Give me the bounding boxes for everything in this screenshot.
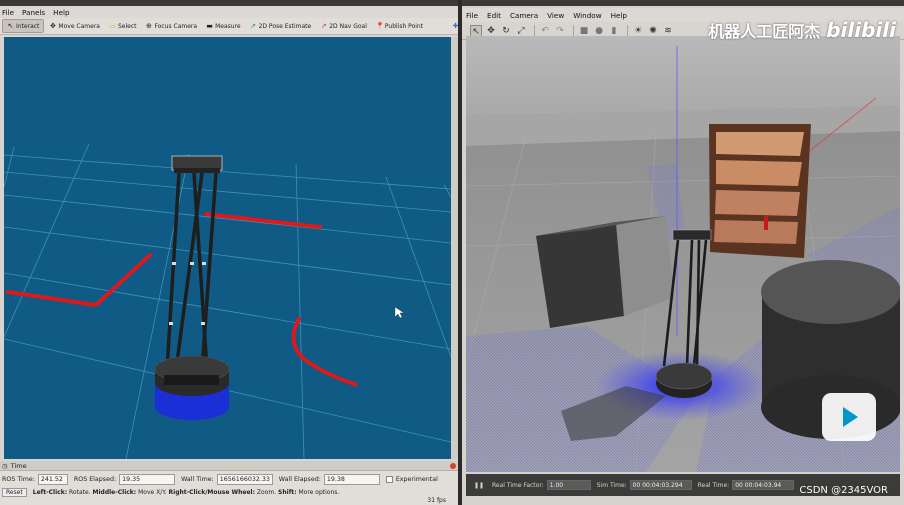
add-tool-icon: ✚: [452, 21, 458, 30]
panel-splitter[interactable]: [451, 37, 458, 459]
tool-publish-point[interactable]: 📍 Publish Point: [372, 19, 427, 33]
pose-estimate-icon: ↗: [250, 21, 257, 30]
reset-button[interactable]: Reset: [2, 488, 27, 497]
play-icon: [843, 407, 858, 427]
fps-counter: 31 fps: [427, 497, 446, 504]
gz-menu-view[interactable]: View: [547, 11, 564, 20]
gazebo-titlebar: [462, 0, 904, 6]
sim-time-value: 00 00:04:03.294: [629, 480, 692, 490]
real-time-value: 00 00:04:03.94: [732, 480, 795, 490]
tool-move-camera[interactable]: ✥ Move Camera: [45, 19, 104, 33]
close-icon[interactable]: [450, 462, 456, 469]
tool-focus-camera[interactable]: ⊕ Focus Camera: [141, 19, 201, 33]
bilibili-logo: bilibili: [826, 18, 896, 42]
wall-time-field[interactable]: 1656166032.33: [216, 473, 273, 485]
gz-menu-help[interactable]: Help: [611, 11, 627, 20]
experimental-checkbox[interactable]: [385, 475, 393, 483]
bookshelf-model: [709, 124, 811, 258]
spot-light-icon[interactable]: ≋: [662, 25, 674, 37]
rviz-toolbar: ↖ Interact ✥ Move Camera ▭ Select ⊕ Focus Ca…: [0, 18, 458, 35]
tool-select[interactable]: ▭ Select: [105, 19, 141, 33]
select-arrow-icon[interactable]: ↖: [470, 24, 482, 37]
toolbar-separator: [627, 25, 628, 36]
tool-2d-pose-estimate[interactable]: ↗ 2D Pose Estimate: [246, 19, 316, 33]
measure-icon: ▬: [206, 21, 213, 30]
rviz-3d-view[interactable]: [4, 37, 451, 459]
clock-icon: ◷: [2, 461, 8, 470]
ros-time-field[interactable]: 241.52: [37, 473, 68, 485]
undo-icon[interactable]: ↶: [539, 25, 551, 37]
toolbar-separator: [573, 25, 574, 36]
bilibili-watermark: 机器人工匠阿杰 bilibili: [708, 18, 896, 42]
sun-light-icon[interactable]: ☀: [632, 25, 644, 37]
rviz-window: File Panels Help ↖ Interact ✥ Move Camera …: [0, 0, 458, 505]
box-icon[interactable]: ■: [578, 25, 590, 37]
rviz-menubar: File Panels Help: [0, 6, 458, 18]
time-values-row: ROS Time: 241.52 ROS Elapsed: 19.35 Wall…: [2, 473, 438, 485]
nav-goal-icon: ↗: [320, 21, 327, 30]
time-panel: ◷ Time ROS Time: 241.52 ROS Elapsed: 19.3…: [0, 461, 458, 505]
cylinder-icon[interactable]: ▮: [608, 25, 620, 37]
menu-help[interactable]: Help: [53, 8, 69, 17]
rviz-scene: [4, 37, 451, 459]
point-light-icon[interactable]: ✺: [647, 25, 659, 37]
wall-elapsed-field[interactable]: 19.38: [323, 473, 380, 485]
tool-interact[interactable]: ↖ Interact: [2, 19, 45, 33]
csdn-watermark: CSDN @2345VOR: [799, 485, 888, 496]
menu-file[interactable]: File: [2, 8, 14, 17]
bilibili-tv-icon: [822, 393, 876, 441]
gz-menu-window[interactable]: Window: [573, 11, 601, 20]
real-time-factor-value: 1.00: [546, 480, 591, 490]
sphere-icon[interactable]: ●: [593, 25, 605, 37]
scale-icon[interactable]: ⤢: [515, 25, 527, 37]
toolbar-separator: [534, 25, 535, 36]
time-panel-header: ◷ Time: [0, 461, 458, 471]
publish-point-icon: 📍: [375, 21, 385, 30]
menu-panels[interactable]: Panels: [22, 8, 45, 17]
tool-measure[interactable]: ▬ Measure: [202, 19, 245, 33]
move-camera-icon: ✥: [49, 21, 56, 30]
gz-menu-camera[interactable]: Camera: [510, 11, 538, 20]
focus-camera-icon: ⊕: [146, 21, 152, 30]
tool-add[interactable]: ✚: [448, 19, 458, 33]
translate-icon[interactable]: ✥: [485, 25, 497, 37]
pointer-icon: ↖: [7, 21, 14, 30]
select-icon: ▭: [109, 21, 116, 30]
rotate-icon[interactable]: ↻: [500, 25, 512, 37]
tool-2d-nav-goal[interactable]: ↗ 2D Nav Goal: [316, 19, 371, 33]
gz-menu-file[interactable]: File: [466, 11, 478, 20]
status-bar: Reset Left-Click: Rotate. Middle-Click: …: [0, 487, 458, 498]
gz-menu-edit[interactable]: Edit: [487, 11, 501, 20]
ros-elapsed-field[interactable]: 19.35: [119, 473, 176, 485]
redo-icon[interactable]: ↷: [554, 25, 566, 37]
pause-icon[interactable]: ❚❚: [474, 482, 484, 489]
